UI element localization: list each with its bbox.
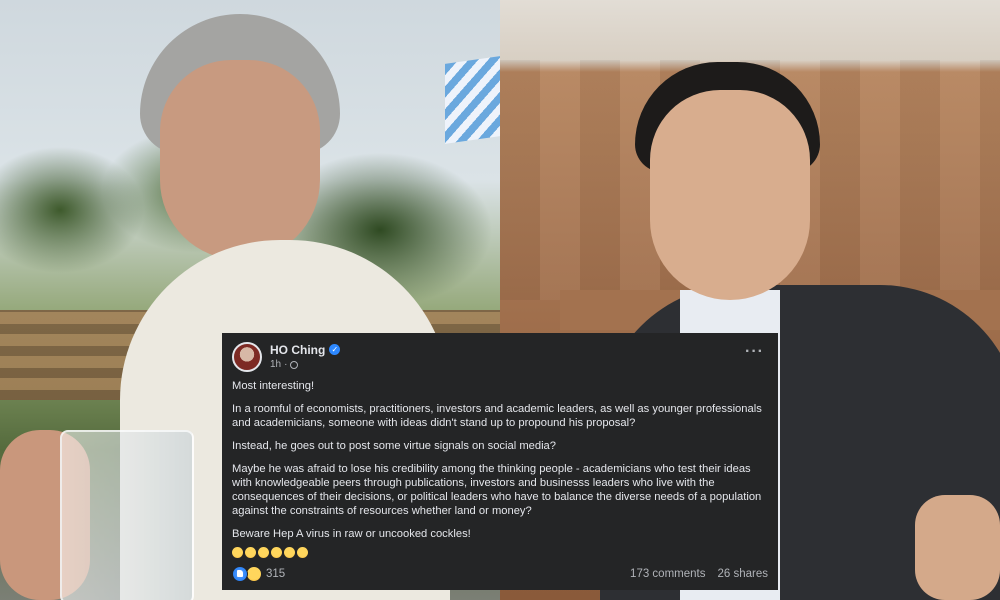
reactions-count[interactable]: 315 — [266, 567, 285, 581]
composite-image: HO Ching ✓ 1h · ··· Most interesting! In… — [0, 0, 1000, 600]
meta-separator: · — [284, 358, 288, 370]
like-icon — [232, 566, 248, 582]
rolling-laughing-emoji-icon — [271, 547, 282, 558]
woman-face — [160, 60, 320, 260]
author-name[interactable]: HO Ching — [270, 343, 325, 357]
emoji-row — [232, 547, 766, 558]
author-block: HO Ching ✓ 1h · — [270, 343, 341, 372]
globe-icon — [290, 360, 299, 369]
shares-count[interactable]: 26 shares — [717, 567, 768, 581]
post-header: HO Ching ✓ 1h · ··· — [232, 341, 766, 373]
more-options-icon[interactable]: ··· — [745, 344, 764, 360]
avatar[interactable] — [232, 342, 262, 372]
grinning-squinting-emoji-icon — [232, 547, 243, 558]
post-paragraph: Instead, he goes out to post some virtue… — [232, 440, 557, 452]
post-stats: 173 comments 26 shares — [630, 567, 768, 581]
haha-icon — [246, 566, 262, 582]
post-paragraph: In a roomful of economists, practitioner… — [232, 403, 762, 429]
man-face — [650, 90, 810, 300]
beer-mug — [60, 430, 194, 600]
rolling-laughing-emoji-icon — [258, 547, 269, 558]
facebook-post-card: HO Ching ✓ 1h · ··· Most interesting! In… — [222, 333, 778, 590]
comments-count[interactable]: 173 comments — [630, 567, 705, 581]
post-body: Most interesting! In a roomful of econom… — [232, 379, 766, 558]
author-row: HO Ching ✓ — [270, 343, 341, 357]
grinning-squinting-emoji-icon — [245, 547, 256, 558]
verified-badge-icon: ✓ — [329, 344, 341, 355]
post-timestamp[interactable]: 1h — [270, 358, 281, 372]
man-fist — [915, 495, 1000, 600]
post-footer: 315 173 comments 26 shares — [232, 565, 768, 583]
post-paragraph: Beware Hep A virus in raw or uncooked co… — [232, 528, 471, 540]
post-meta: 1h · — [270, 358, 340, 372]
post-paragraph: Maybe he was afraid to lose his credibil… — [232, 463, 762, 517]
reactions-summary[interactable]: 315 — [232, 566, 285, 582]
flag — [445, 56, 500, 144]
post-paragraph: Most interesting! — [232, 380, 315, 392]
smirk-emoji-icon — [297, 547, 308, 558]
grinning-sweat-emoji-icon — [284, 547, 295, 558]
